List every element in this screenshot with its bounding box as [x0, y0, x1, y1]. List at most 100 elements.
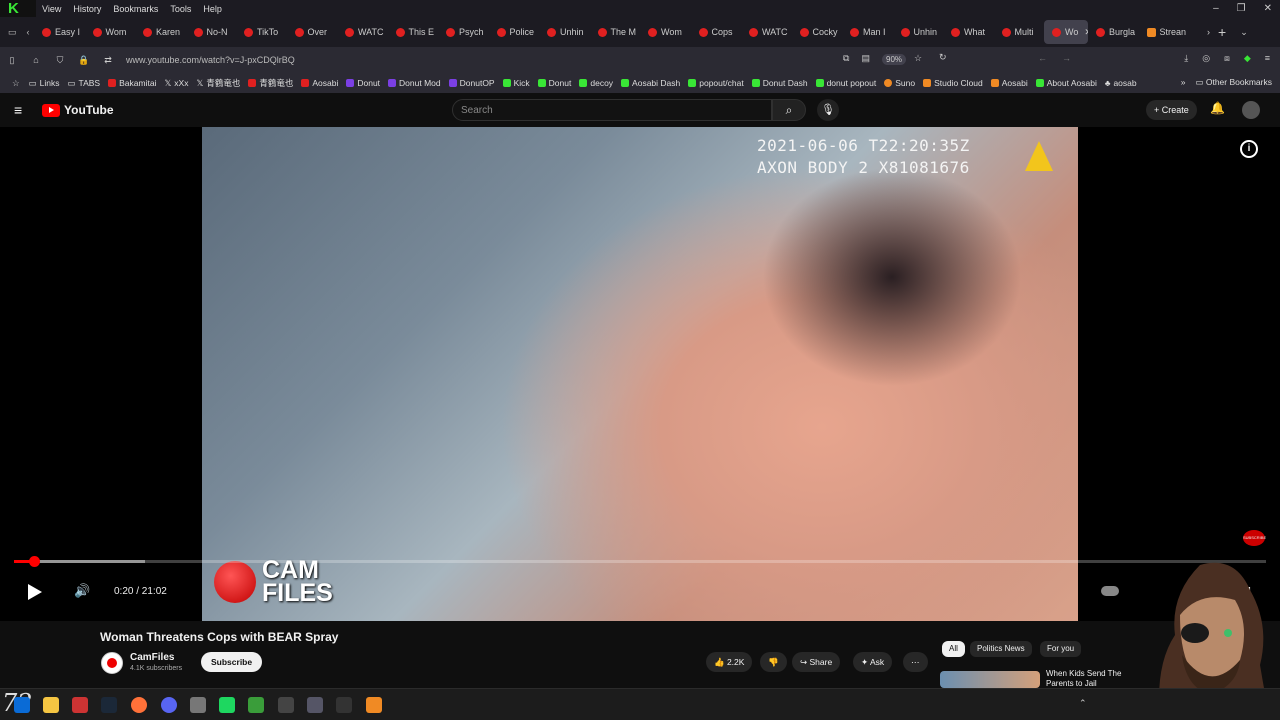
- scrubber-handle[interactable]: [29, 556, 41, 567]
- app-icon[interactable]: [307, 697, 323, 713]
- subscribe-button[interactable]: Subscribe: [201, 652, 263, 672]
- bookmark-donutop[interactable]: DonutOP: [445, 78, 499, 88]
- ask-button[interactable]: ✦ Ask: [853, 652, 893, 672]
- back-icon[interactable]: ←: [1038, 53, 1047, 63]
- sidebar-icon[interactable]: ▯: [0, 55, 24, 66]
- tab[interactable]: Cops: [691, 20, 742, 44]
- menu-bookmarks[interactable]: Bookmarks: [107, 4, 164, 14]
- search-input[interactable]: Search: [452, 99, 772, 121]
- forward-icon[interactable]: →: [1062, 53, 1071, 63]
- app-icon[interactable]: [336, 697, 352, 713]
- tab-scroll-left-icon[interactable]: ‹: [27, 27, 30, 38]
- tab[interactable]: WATC: [741, 20, 792, 44]
- channel-name[interactable]: CamFiles: [130, 652, 174, 663]
- tab[interactable]: Over: [287, 20, 338, 44]
- info-icon[interactable]: i: [1240, 140, 1258, 158]
- restore-icon[interactable]: ❐: [1237, 0, 1246, 17]
- discord-icon[interactable]: [161, 697, 177, 713]
- menu-view[interactable]: View: [36, 4, 67, 14]
- menu-history[interactable]: History: [67, 4, 107, 14]
- chip-all[interactable]: All: [942, 641, 965, 657]
- vlc-icon[interactable]: [366, 697, 382, 713]
- bookmark-donut-mod[interactable]: Donut Mod: [384, 78, 445, 88]
- more-actions-button[interactable]: ⋯: [903, 652, 928, 672]
- app-icon[interactable]: [219, 697, 235, 713]
- star-icon[interactable]: ☆: [914, 53, 922, 64]
- minimize-icon[interactable]: –: [1213, 0, 1219, 17]
- play-icon[interactable]: [28, 584, 42, 600]
- bookmark-aosab[interactable]: ♣ aosab: [1101, 78, 1141, 88]
- tab[interactable]: Easy I: [34, 20, 85, 44]
- progress-bar[interactable]: [14, 556, 1266, 567]
- tab[interactable]: Cocky: [792, 20, 843, 44]
- youtube-logo[interactable]: YouTube: [42, 103, 114, 117]
- bookmark-xxx[interactable]: 𝕏xXx: [160, 78, 192, 89]
- tab[interactable]: What: [943, 20, 994, 44]
- chevron-right-icon[interactable]: ›: [1207, 27, 1210, 37]
- create-button[interactable]: + Create: [1146, 100, 1197, 120]
- tray-chevron-up-icon[interactable]: ⌃: [1079, 698, 1087, 709]
- chevron-double-right-icon[interactable]: »: [1181, 77, 1186, 87]
- tab[interactable]: No-N: [186, 20, 237, 44]
- bookmark-popout-chat[interactable]: popout/chat: [684, 78, 747, 88]
- tab-overview-icon[interactable]: ▭: [8, 27, 17, 38]
- tab[interactable]: WATC: [337, 20, 388, 44]
- tab[interactable]: Unhin: [893, 20, 944, 44]
- close-window-icon[interactable]: ✕: [1264, 0, 1272, 17]
- file-explorer-icon[interactable]: [43, 697, 59, 713]
- user-avatar[interactable]: [1242, 101, 1260, 119]
- tab[interactable]: Wom: [640, 20, 691, 44]
- tab[interactable]: Police: [489, 20, 540, 44]
- translate-icon[interactable]: ⧉: [843, 53, 849, 64]
- reload-icon[interactable]: ↻: [939, 52, 947, 63]
- video-player[interactable]: 2021-06-06 T22:20:35Z AXON BODY 2 X81081…: [0, 127, 1280, 621]
- tab-active[interactable]: Wo✕: [1044, 20, 1088, 44]
- hamburger-menu-icon[interactable]: ≡: [14, 102, 22, 118]
- tab[interactable]: Multi: [994, 20, 1045, 44]
- firefox-icon[interactable]: [131, 697, 147, 713]
- bookmark-donut-dash[interactable]: Donut Dash: [748, 78, 812, 88]
- bookmark-x-aotsuru[interactable]: 𝕏 青鶴竜也: [192, 77, 244, 89]
- other-bookmarks[interactable]: » ▭ Other Bookmarks: [1181, 77, 1272, 88]
- tab[interactable]: Man I: [842, 20, 893, 44]
- bookmark-links[interactable]: ☆ ▭ Links: [8, 78, 64, 89]
- tab[interactable]: Strean: [1139, 20, 1190, 44]
- video-frame[interactable]: 2021-06-06 T22:20:35Z AXON BODY 2 X81081…: [202, 127, 1078, 621]
- tab[interactable]: Psych: [438, 20, 489, 44]
- tab[interactable]: Burgla: [1088, 20, 1139, 44]
- bookmark-about-aosabi[interactable]: About Aosabi: [1032, 78, 1101, 88]
- app-icon[interactable]: [72, 697, 88, 713]
- menu-help[interactable]: Help: [197, 4, 228, 14]
- windows-start-icon[interactable]: [14, 697, 30, 713]
- permissions-icon[interactable]: ⇄: [96, 55, 120, 66]
- bookmark-kick[interactable]: Kick: [499, 78, 534, 88]
- bookmark-donut[interactable]: Donut: [342, 78, 384, 88]
- bookmark-aosabi-dash[interactable]: Aosabi Dash: [617, 78, 684, 88]
- volume-icon[interactable]: 🔊: [74, 583, 90, 599]
- voice-search-button[interactable]: 🎙: [817, 99, 839, 121]
- notifications-bell-icon[interactable]: 🔔: [1210, 101, 1225, 115]
- dislike-button[interactable]: 👎: [760, 652, 787, 672]
- like-button[interactable]: 👍 2.2K: [706, 652, 753, 672]
- bookmark-kick-donut[interactable]: Donut: [534, 78, 576, 88]
- tab[interactable]: Wom: [85, 20, 136, 44]
- tab[interactable]: Karen: [135, 20, 186, 44]
- subscribe-watermark[interactable]: SUBSCRIBE: [1243, 530, 1266, 546]
- tab[interactable]: Unhin: [539, 20, 590, 44]
- url-bar[interactable]: www.youtube.com/watch?v=J-pxCDQlrBQ: [126, 55, 295, 65]
- bookmark-aosabi[interactable]: Aosabi: [297, 78, 342, 88]
- chip-for-you[interactable]: For you: [1040, 641, 1082, 657]
- bookmark-yt-aotsuru[interactable]: 青鶴竜也: [244, 77, 297, 89]
- bookmark-suno[interactable]: Suno: [880, 78, 919, 88]
- search-button[interactable]: ⌕: [772, 99, 806, 121]
- tab[interactable]: TikTo: [236, 20, 287, 44]
- app-icon[interactable]: [278, 697, 294, 713]
- tab[interactable]: This E: [388, 20, 439, 44]
- shield-icon[interactable]: ⛉: [48, 55, 72, 66]
- bookmark-aosabi-cloud[interactable]: Aosabi: [987, 78, 1032, 88]
- bookmark-bakamitai[interactable]: Bakamitai: [104, 78, 160, 88]
- share-button[interactable]: ↪ Share: [792, 652, 841, 672]
- reader-icon[interactable]: ▤: [861, 53, 870, 64]
- new-tab-icon[interactable]: +: [1218, 24, 1226, 40]
- home-icon[interactable]: ⌂: [24, 55, 48, 65]
